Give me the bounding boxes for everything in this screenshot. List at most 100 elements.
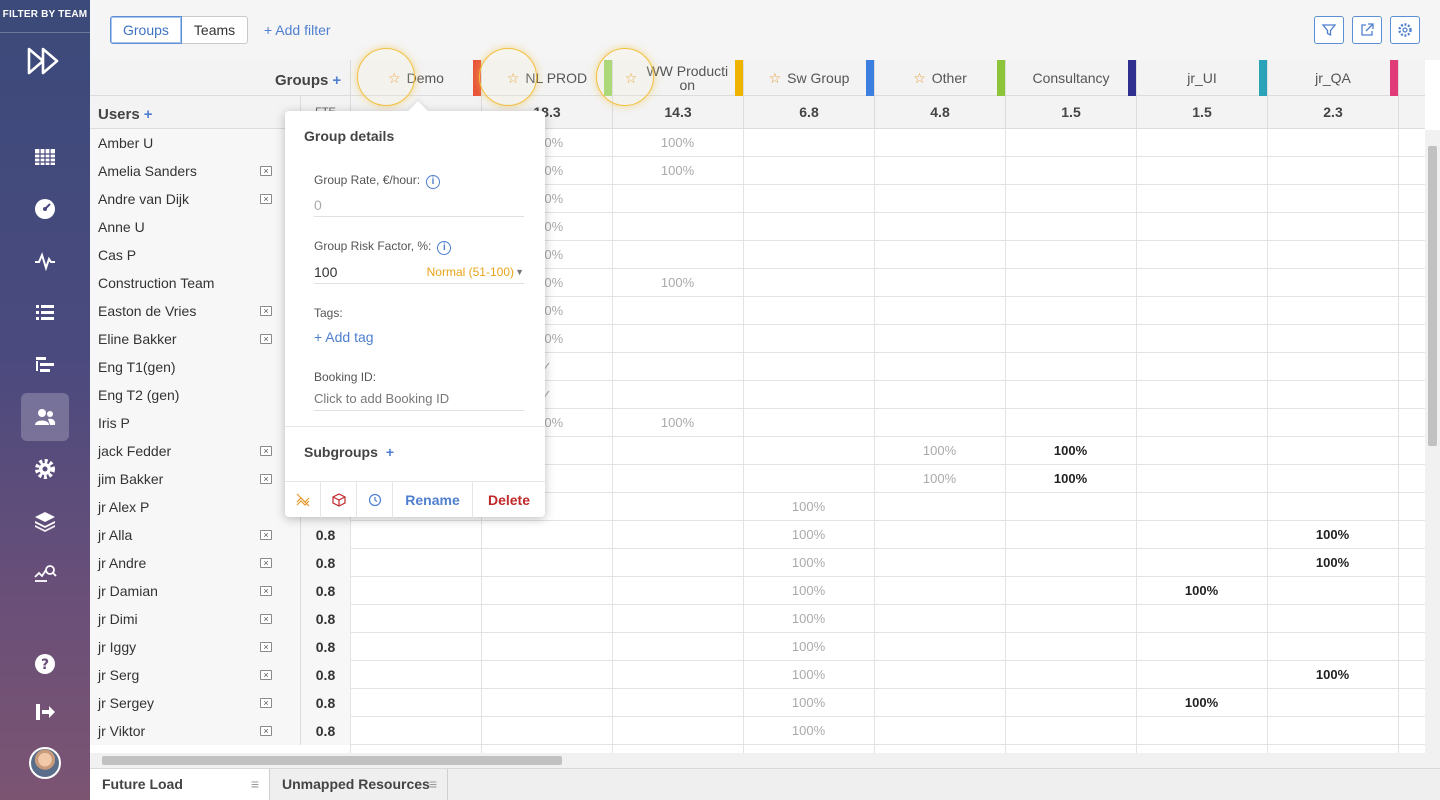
- booking-id-input[interactable]: Click to add Booking ID: [314, 387, 524, 411]
- add-group-button[interactable]: +: [332, 72, 341, 89]
- delete-button[interactable]: Delete: [473, 482, 545, 518]
- remove-user-icon[interactable]: ×: [260, 558, 272, 568]
- list-icon[interactable]: [21, 289, 69, 337]
- logout-icon[interactable]: [21, 688, 69, 736]
- table-row[interactable]: jr Sergey × 0.8 100% 100%: [90, 689, 1425, 717]
- vertical-scroll-thumb[interactable]: [1428, 146, 1437, 446]
- allocation-cell[interactable]: 100%: [743, 493, 874, 521]
- help-icon[interactable]: ?: [21, 640, 69, 688]
- user-name[interactable]: Eng T2 (gen): [90, 381, 300, 409]
- add-user-button[interactable]: +: [144, 106, 153, 123]
- allocation-cell[interactable]: 100%: [612, 129, 743, 157]
- tab-future-load[interactable]: Future Load ≡: [90, 769, 270, 800]
- group-rate-input[interactable]: 0: [314, 193, 524, 217]
- user-name[interactable]: Cas P: [90, 241, 300, 269]
- tab-menu-icon[interactable]: ≡: [251, 769, 259, 800]
- table-row[interactable]: jr Damian × 0.8 100% 100%: [90, 577, 1425, 605]
- gear-icon[interactable]: [21, 445, 69, 493]
- allocation-cell[interactable]: 100%: [743, 605, 874, 633]
- allocation-cell[interactable]: 100%: [743, 689, 874, 717]
- allocation-cell[interactable]: 100%: [743, 577, 874, 605]
- group-column-header[interactable]: Consultancy: [1005, 60, 1136, 96]
- star-icon[interactable]: ☆: [769, 70, 782, 87]
- layers-icon[interactable]: [21, 497, 69, 545]
- add-tag-button[interactable]: + Add tag: [314, 329, 374, 345]
- horizontal-scrollbar[interactable]: [90, 753, 1425, 768]
- tree-list-icon[interactable]: [21, 341, 69, 389]
- allocation-cell[interactable]: 100%: [1267, 661, 1398, 689]
- analytics-icon[interactable]: [21, 549, 69, 597]
- allocation-cell[interactable]: 100%: [743, 661, 874, 689]
- remove-user-icon[interactable]: ×: [260, 726, 272, 736]
- activity-icon[interactable]: [21, 237, 69, 285]
- table-row[interactable]: jr Iggy × 0.8 100%: [90, 633, 1425, 661]
- horizontal-scroll-thumb[interactable]: [102, 756, 562, 765]
- allocation-cell[interactable]: 100%: [1005, 437, 1136, 465]
- add-filter-button[interactable]: + Add filter: [264, 22, 331, 38]
- history-button[interactable]: [357, 482, 393, 518]
- resource-box-button[interactable]: [321, 482, 357, 518]
- logo-icon[interactable]: [26, 46, 64, 76]
- remove-user-icon[interactable]: ×: [260, 474, 272, 484]
- risk-factor-select[interactable]: 100 Normal (51-100) ▼: [314, 260, 524, 284]
- allocation-cell[interactable]: 100%: [874, 465, 1005, 493]
- allocation-cell[interactable]: 100%: [743, 549, 874, 577]
- table-row[interactable]: jr Dimi × 0.8 100%: [90, 605, 1425, 633]
- user-name[interactable]: Iris P: [90, 409, 300, 437]
- users-icon[interactable]: [21, 393, 69, 441]
- table-row[interactable]: jr Andre × 0.8 100% 100%: [90, 549, 1425, 577]
- remove-user-icon[interactable]: ×: [260, 194, 272, 204]
- allocation-cell[interactable]: 100%: [612, 269, 743, 297]
- info-icon[interactable]: i: [426, 175, 441, 189]
- user-name[interactable]: Anne U: [90, 213, 300, 241]
- table-row[interactable]: jr Viktor × 0.8 100%: [90, 717, 1425, 745]
- hide-button[interactable]: [285, 482, 321, 518]
- star-icon[interactable]: ☆: [913, 70, 926, 87]
- allocation-cell[interactable]: 100%: [743, 717, 874, 745]
- user-name[interactable]: jr Alex P: [90, 493, 300, 521]
- allocation-cell[interactable]: 100%: [612, 409, 743, 437]
- remove-user-icon[interactable]: ×: [260, 334, 272, 344]
- tab-unmapped-resources[interactable]: Unmapped Resources ≡: [270, 769, 448, 800]
- tab-menu-icon[interactable]: ≡: [429, 769, 437, 800]
- group-column-header[interactable]: ☆ Sw Group: [743, 60, 874, 96]
- allocation-cell[interactable]: 100%: [1136, 577, 1267, 605]
- remove-user-icon[interactable]: ×: [260, 446, 272, 456]
- user-name[interactable]: Eng T1(gen): [90, 353, 300, 381]
- remove-user-icon[interactable]: ×: [260, 614, 272, 624]
- remove-user-icon[interactable]: ×: [260, 530, 272, 540]
- filter-funnel-button[interactable]: [1314, 16, 1344, 44]
- settings-button[interactable]: [1390, 16, 1420, 44]
- user-name[interactable]: Construction Team: [90, 269, 300, 297]
- allocation-cell[interactable]: 100%: [874, 437, 1005, 465]
- remove-user-icon[interactable]: ×: [260, 642, 272, 652]
- user-name[interactable]: Amber U: [90, 129, 300, 157]
- allocation-cell[interactable]: 100%: [743, 633, 874, 661]
- group-column-header[interactable]: jr: [1398, 60, 1425, 96]
- allocation-cell[interactable]: 100%: [743, 521, 874, 549]
- user-avatar[interactable]: [29, 747, 61, 779]
- remove-user-icon[interactable]: ×: [260, 586, 272, 596]
- allocation-cell[interactable]: 100%: [1136, 689, 1267, 717]
- calendar-grid-icon[interactable]: [21, 133, 69, 181]
- vertical-scrollbar[interactable]: [1425, 130, 1440, 753]
- remove-user-icon[interactable]: ×: [260, 306, 272, 316]
- remove-user-icon[interactable]: ×: [260, 670, 272, 680]
- remove-user-icon[interactable]: ×: [260, 166, 272, 176]
- export-button[interactable]: [1352, 16, 1382, 44]
- info-icon[interactable]: i: [437, 241, 452, 255]
- table-row[interactable]: jr Alla × 0.8 100% 100%: [90, 521, 1425, 549]
- allocation-cell[interactable]: 100%: [1005, 465, 1136, 493]
- group-column-header[interactable]: jr_UI: [1136, 60, 1267, 96]
- dashboard-icon[interactable]: [21, 185, 69, 233]
- group-column-header[interactable]: ☆ Other: [874, 60, 1005, 96]
- add-subgroup-button[interactable]: +: [386, 444, 394, 460]
- filter-by-team-label[interactable]: FILTER BY TEAM: [0, 0, 90, 33]
- rename-button[interactable]: Rename: [393, 482, 473, 518]
- table-row[interactable]: jr Serg × 0.8 100% 100%: [90, 661, 1425, 689]
- remove-user-icon[interactable]: ×: [260, 698, 272, 708]
- allocation-cell[interactable]: 100%: [1267, 521, 1398, 549]
- group-column-header[interactable]: jr_QA: [1267, 60, 1398, 96]
- teams-toggle[interactable]: Teams: [181, 16, 249, 44]
- allocation-cell[interactable]: 100%: [1267, 549, 1398, 577]
